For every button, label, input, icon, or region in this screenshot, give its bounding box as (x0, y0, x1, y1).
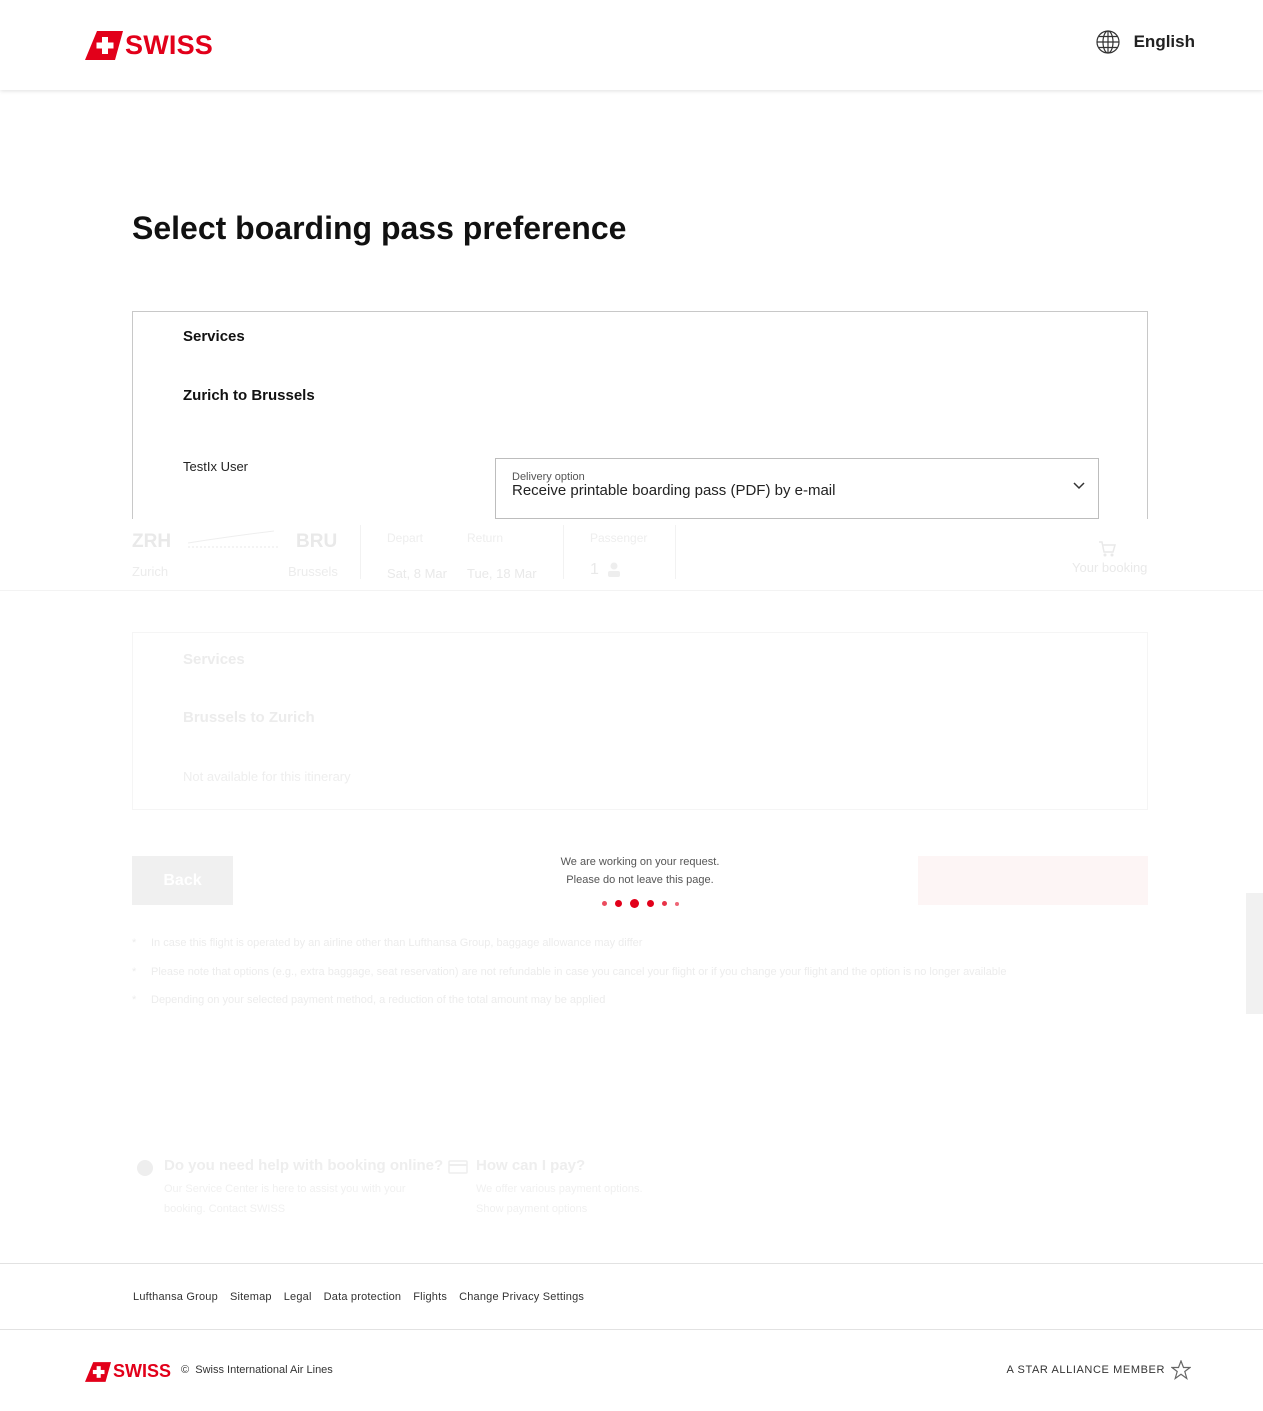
person-icon (608, 562, 620, 577)
passenger-label: Passenger (590, 531, 648, 545)
services-heading: Services (183, 328, 245, 345)
loading-indicator: We are working on your request. Please d… (490, 853, 790, 908)
destination-city: Brussels (288, 564, 338, 579)
copyright-text: Swiss International Air Lines (195, 1364, 333, 1376)
help-payment-title: How can I pay? (476, 1157, 586, 1174)
swiss-tail-icon (85, 31, 123, 60)
footer-nav: Lufthansa Group Sitemap Legal Data prote… (133, 1291, 584, 1303)
your-booking-label[interactable]: Your booking (1072, 560, 1147, 575)
help-booking-text: Our Service Center is here to assist you… (164, 1183, 406, 1195)
language-label: English (1133, 32, 1195, 51)
footer-swiss-logo[interactable]: SWISS (85, 1361, 171, 1382)
language-selector[interactable]: English (1095, 30, 1195, 54)
note-item: * In case this flight is operated by an a… (132, 937, 643, 949)
itinerary-bar: ZRH Zurich BRU Brussels Depart Sat, 8 Ma… (0, 519, 1263, 591)
footer-link-data-protection[interactable]: Data protection (324, 1291, 402, 1303)
page: SWISS English Select boarding pass prefe… (0, 0, 1263, 1411)
loading-dot (614, 900, 622, 907)
cart-icon[interactable] (1098, 541, 1116, 557)
footer-brand-name: SWISS (113, 1361, 172, 1381)
footer-link-lufthansa-group[interactable]: Lufthansa Group (133, 1291, 218, 1303)
loading-dot (646, 900, 654, 907)
destination-code: BRU (296, 531, 338, 552)
question-icon (137, 1160, 153, 1176)
loading-dots (490, 899, 790, 908)
back-button[interactable]: Back (132, 856, 233, 905)
divider (563, 525, 564, 579)
inbound-services-card: Services Brussels to Zurich Not availabl… (132, 632, 1148, 810)
origin-city: Zurich (132, 564, 169, 579)
loading-message-line2: Please do not leave this page. (566, 874, 714, 886)
swiss-logo[interactable]: SWISS (85, 30, 213, 61)
payment-options-link[interactable]: Show payment options (476, 1203, 587, 1215)
note-item: * Depending on your selected payment meth… (132, 994, 606, 1006)
passenger-count: 1 (590, 561, 599, 578)
star-alliance-label: A STAR ALLIANCE MEMBER (1006, 1364, 1165, 1376)
loading-message-line1: We are working on your request. (560, 856, 720, 868)
page-title: Select boarding pass preference (132, 210, 627, 246)
contact-swiss-link[interactable]: booking. Contact SWISS (164, 1203, 285, 1215)
help-payment-text: We offer various payment options. (476, 1183, 643, 1195)
footer-link-privacy-settings[interactable]: Change Privacy Settings (459, 1291, 584, 1303)
continue-button[interactable] (918, 856, 1148, 905)
globe-icon (1095, 30, 1120, 54)
origin-code: ZRH (132, 531, 172, 552)
loading-dot (661, 901, 667, 906)
divider (675, 525, 676, 579)
footer-link-sitemap[interactable]: Sitemap (230, 1291, 272, 1303)
route-heading: Zurich to Brussels (183, 387, 315, 404)
return-date: Tue, 18 Mar (467, 566, 537, 581)
route-heading: Brussels to Zurich (183, 709, 315, 726)
flight-path-icon (187, 530, 278, 548)
star-alliance-badge: A STAR ALLIANCE MEMBER (1007, 1360, 1191, 1380)
loading-dot (601, 901, 607, 906)
brand-name: SWISS (125, 30, 214, 60)
passenger-name: TestIx User (183, 459, 249, 474)
footer-link-flights[interactable]: Flights (413, 1291, 447, 1303)
copyright-symbol: © (181, 1364, 190, 1376)
loading-overlay-region: ZRH Zurich BRU Brussels Depart Sat, 8 Ma… (0, 519, 1263, 1263)
loading-dot (674, 901, 679, 906)
outbound-services-card: Services Zurich to Brussels TestIx User … (132, 311, 1148, 519)
depart-date: Sat, 8 Mar (387, 566, 447, 581)
loading-dot (629, 899, 639, 908)
copyright: © Swiss International Air Lines (181, 1364, 333, 1376)
delivery-option-select[interactable]: Delivery option Receive printable boardi… (495, 458, 1099, 519)
delivery-option-value: Receive printable boarding pass (PDF) by… (512, 482, 836, 499)
depart-label: Depart (387, 531, 424, 545)
divider (360, 525, 361, 579)
return-label: Return (467, 531, 504, 545)
credit-card-icon (448, 1160, 468, 1174)
chevron-down-icon (1073, 482, 1085, 490)
services-heading: Services (183, 651, 245, 668)
help-booking-title: Do you need help with booking online? (164, 1157, 444, 1174)
header: SWISS English (0, 0, 1263, 90)
footer-bottom: SWISS © Swiss International Air Lines A … (0, 1331, 1263, 1411)
footer-link-legal[interactable]: Legal (284, 1291, 312, 1303)
feedback-tab[interactable] (1246, 893, 1263, 1014)
not-available-note: Not available for this itinerary (183, 769, 351, 784)
star-alliance-icon (1171, 1360, 1191, 1380)
swiss-tail-icon (85, 1361, 111, 1382)
note-item: * Please note that options (e.g., extra b… (132, 966, 1007, 978)
footer-links-bar: Lufthansa Group Sitemap Legal Data prote… (0, 1263, 1263, 1330)
